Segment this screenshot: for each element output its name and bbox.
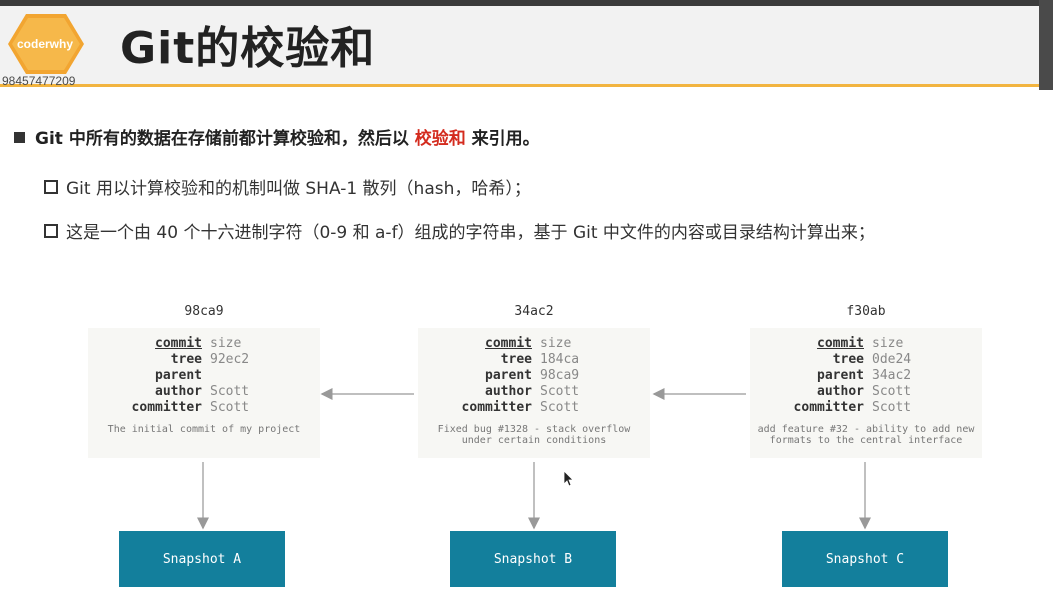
commit-key: author	[485, 384, 532, 399]
commit-key: author	[155, 384, 202, 399]
snapshot-a: Snapshot A	[119, 531, 285, 587]
commit-key: commit	[485, 336, 532, 351]
commit-value: Scott	[210, 400, 250, 415]
commit-key: committer	[131, 400, 202, 415]
commit-row: tree 0de24	[750, 352, 982, 368]
commit-row: commit size	[750, 336, 982, 352]
commit-value: size	[872, 336, 904, 351]
commit-key: author	[817, 384, 864, 399]
sub-bullet-text: 这是一个由 40 个十六进制字符（0-9 和 a-f）组成的字符串，基于 Git…	[66, 223, 875, 243]
commit-key: commit	[817, 336, 864, 351]
commit-message-line: under certain conditions	[461, 435, 607, 446]
mouse-cursor-icon	[563, 470, 574, 487]
commit-hash-label: f30ab	[846, 304, 886, 319]
commit-value: 184ca	[540, 352, 580, 367]
commit-value: Scott	[210, 384, 250, 399]
snapshot-c: Snapshot C	[782, 531, 948, 587]
commit-row: author Scott	[88, 384, 320, 400]
commit-hash-label: 98ca9	[184, 304, 224, 319]
commit-row: committer Scott	[750, 400, 982, 416]
commit-message-line: add feature #32 - ability to add new	[757, 424, 975, 435]
commit-key: parent	[155, 368, 202, 383]
commit-row: parent 98ca9	[418, 368, 650, 384]
commit-row: committer Scott	[88, 400, 320, 416]
page-title: Git的校验和	[120, 23, 376, 74]
sub-bullet-sha1: Git 用以计算校验和的机制叫做 SHA-1 散列（hash，哈希）；	[44, 174, 531, 199]
snapshot-b: Snapshot B	[450, 531, 616, 587]
commit-key: tree	[500, 352, 532, 367]
sub-bullet-text: Git 用以计算校验和的机制叫做 SHA-1 散列（hash，哈希）；	[66, 179, 531, 199]
commit-message: The initial commit of my project	[88, 424, 320, 435]
commit-value: 92ec2	[210, 352, 250, 367]
main-bullet-prefix: Git 中所有的数据在存储前都计算校验和，然后以	[35, 129, 415, 149]
main-bullet: Git 中所有的数据在存储前都计算校验和，然后以 校验和 来引用。	[14, 124, 540, 149]
user-id-watermark: 98457477209	[2, 74, 76, 88]
commit-key: tree	[832, 352, 864, 367]
commit-value: Scott	[872, 384, 912, 399]
commit-row: author Scott	[418, 384, 650, 400]
commit-message: add feature #32 - ability to add new for…	[750, 424, 982, 446]
commit-value: Scott	[540, 400, 580, 415]
filled-square-icon	[14, 132, 25, 143]
commit-key: parent	[485, 368, 532, 383]
commit-value: Scott	[540, 384, 580, 399]
commit-row: commit size	[418, 336, 650, 352]
commit-key: committer	[793, 400, 864, 415]
commit-row: tree 92ec2	[88, 352, 320, 368]
hollow-square-icon	[44, 180, 58, 194]
commit-value: Scott	[872, 400, 912, 415]
main-bullet-suffix: 来引用。	[465, 129, 540, 149]
sub-bullet-hex: 这是一个由 40 个十六进制字符（0-9 和 a-f）组成的字符串，基于 Git…	[44, 218, 875, 243]
commit-row: tree 184ca	[418, 352, 650, 368]
commit-value: 34ac2	[872, 368, 912, 383]
commit-box-98ca9: commit size tree 92ec2 parent author Scott …	[88, 328, 320, 458]
commit-box-34ac2: commit size tree 184ca parent 98ca9 author S…	[418, 328, 650, 458]
hollow-square-icon	[44, 224, 58, 238]
commit-row: commit size	[88, 336, 320, 352]
window-right-edge	[1039, 0, 1053, 90]
commit-value: 0de24	[872, 352, 912, 367]
commit-key: parent	[817, 368, 864, 383]
commit-key: commit	[155, 336, 202, 351]
commit-box-f30ab: commit size tree 0de24 parent 34ac2 author S…	[750, 328, 982, 458]
commit-message-line: Fixed bug #1328 - stack overflow	[437, 424, 631, 435]
commit-row: author Scott	[750, 384, 982, 400]
main-bullet-highlight: 校验和	[414, 129, 466, 149]
commit-key: tree	[170, 352, 202, 367]
commit-value: 98ca9	[540, 368, 580, 383]
commit-key: committer	[461, 400, 532, 415]
commit-row: committer Scott	[418, 400, 650, 416]
commit-value: size	[540, 336, 572, 351]
commit-diagram: 98ca9 commit size tree 92ec2 parent author…	[0, 290, 1053, 607]
logo-text: coderwhy	[16, 37, 73, 51]
commit-row: parent 34ac2	[750, 368, 982, 384]
commit-row: parent	[88, 368, 320, 384]
commit-message-line: The initial commit of my project	[107, 424, 301, 435]
header-divider	[0, 84, 1039, 87]
commit-hash-label: 34ac2	[514, 304, 554, 319]
commit-message: Fixed bug #1328 - stack overflow under c…	[418, 424, 650, 446]
commit-message-line: formats to the central interface	[769, 435, 963, 446]
commit-value: size	[210, 336, 242, 351]
